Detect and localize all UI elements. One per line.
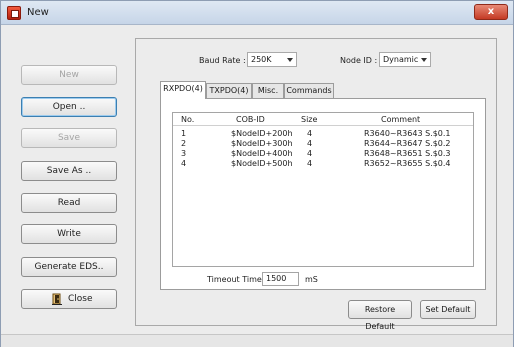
set-default-button[interactable]: Set Default: [420, 300, 476, 319]
read-button[interactable]: Read: [21, 193, 117, 213]
write-button[interactable]: Write: [21, 224, 117, 244]
column-comment[interactable]: Comment: [381, 115, 420, 124]
row-comment: R3644~R3647 S.$0.2: [364, 139, 451, 148]
exit-door-icon: [52, 293, 62, 305]
restore-default-button[interactable]: Restore Default: [348, 300, 412, 331]
pdo-list[interactable]: No. COB-ID Size Comment 1 $NodeID+200h 4…: [172, 112, 474, 267]
table-row[interactable]: 2 $NodeID+300h 4 R3644~R3647 S.$0.2: [173, 139, 473, 149]
row-size: 4: [307, 149, 313, 158]
main-window: New x New Open .. Save Save As .. Read W…: [0, 0, 514, 347]
tab-commands[interactable]: Commands: [284, 83, 334, 98]
baud-rate-label: Baud Rate :: [199, 56, 246, 65]
generate-eds-button[interactable]: Generate EDS..: [21, 257, 117, 277]
row-comment: R3652~R3655 S.$0.4: [364, 159, 451, 168]
row-cob-id: $NodeID+500h: [231, 159, 293, 168]
row-cob-id: $NodeID+200h: [231, 129, 293, 138]
column-size[interactable]: Size: [301, 115, 317, 124]
timeout-unit: mS: [305, 275, 318, 284]
baud-rate-select[interactable]: 250K: [247, 52, 297, 67]
table-row[interactable]: 3 $NodeID+400h 4 R3648~R3651 S.$0.3: [173, 149, 473, 159]
window-title: New: [27, 7, 49, 18]
list-header: No. COB-ID Size Comment: [173, 113, 473, 126]
column-cob-id[interactable]: COB-ID: [236, 115, 265, 124]
tab-rxpdo[interactable]: RXPDO(4): [160, 81, 206, 99]
node-id-select[interactable]: Dynamic: [379, 52, 431, 67]
chevron-down-icon: [421, 58, 427, 62]
chevron-down-icon: [287, 58, 293, 62]
close-button[interactable]: Close: [21, 289, 117, 309]
node-id-label: Node ID :: [340, 56, 378, 65]
row-no: 1: [181, 129, 187, 138]
close-icon: x: [487, 6, 495, 17]
new-button[interactable]: New: [21, 65, 117, 85]
save-button[interactable]: Save: [21, 128, 117, 148]
timeout-label: Timeout Time:: [207, 275, 265, 284]
row-size: 4: [307, 139, 313, 148]
timeout-input[interactable]: 1500: [262, 272, 299, 286]
column-no[interactable]: No.: [181, 115, 194, 124]
row-no: 2: [181, 139, 187, 148]
close-button-label: Close: [68, 294, 93, 304]
open-button[interactable]: Open ..: [21, 97, 117, 117]
row-no: 3: [181, 149, 187, 158]
row-cob-id: $NodeID+300h: [231, 139, 293, 148]
row-comment: R3648~R3651 S.$0.3: [364, 149, 451, 158]
status-bar: [1, 334, 513, 347]
table-row[interactable]: 4 $NodeID+500h 4 R3652~R3655 S.$0.4: [173, 159, 473, 169]
baud-rate-value: 250K: [251, 55, 272, 64]
tab-txpdo[interactable]: TXPDO(4): [206, 83, 252, 98]
row-cob-id: $NodeID+400h: [231, 149, 293, 158]
row-no: 4: [181, 159, 187, 168]
title-bar: New x: [1, 1, 513, 25]
save-as-button[interactable]: Save As ..: [21, 161, 117, 181]
window-close-button[interactable]: x: [474, 4, 508, 20]
row-size: 4: [307, 159, 313, 168]
node-id-value: Dynamic: [383, 55, 419, 64]
row-size: 4: [307, 129, 313, 138]
tab-misc[interactable]: Misc.: [252, 83, 284, 98]
app-icon: [7, 6, 21, 20]
row-comment: R3640~R3643 S.$0.1: [364, 129, 451, 138]
table-row[interactable]: 1 $NodeID+200h 4 R3640~R3643 S.$0.1: [173, 129, 473, 139]
